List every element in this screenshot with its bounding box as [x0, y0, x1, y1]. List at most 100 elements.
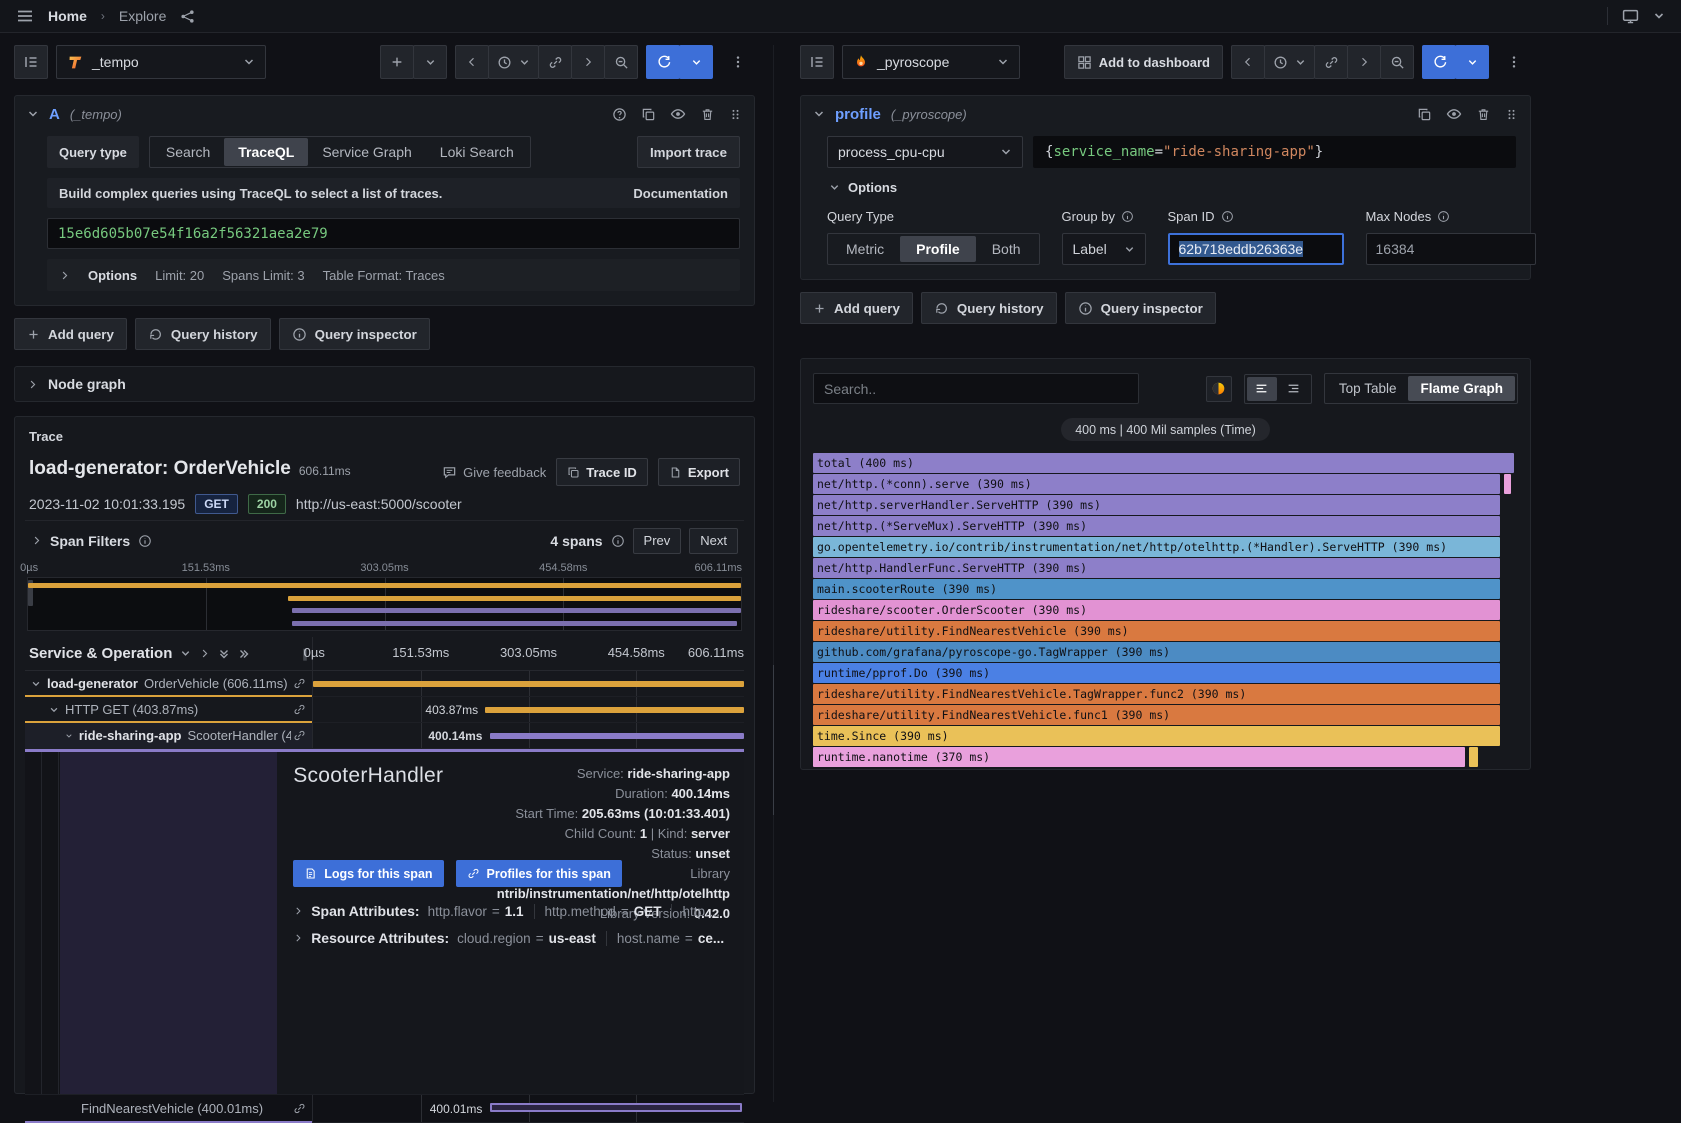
flame-bar[interactable]: net/http.(*ServeMux).ServeHTTP (390 ms)	[813, 516, 1500, 536]
flame-bar-row[interactable]: runtime/pprof.Do (390 ms)	[813, 663, 1518, 683]
chevron-right-icon[interactable]	[199, 648, 210, 659]
run-query-interval-dropdown[interactable]	[679, 45, 713, 79]
query-inspector-button[interactable]: Query inspector	[279, 318, 430, 350]
query-type-profile[interactable]: Profile	[900, 236, 976, 262]
add-query-button[interactable]: Add query	[14, 318, 127, 350]
trace-minimap[interactable]	[27, 577, 742, 631]
flame-graph-toggle[interactable]: Flame Graph	[1408, 376, 1515, 401]
flame-bar-row[interactable]: total (400 ms)	[813, 453, 1518, 473]
query-type-both[interactable]: Both	[976, 236, 1037, 262]
flame-bar-row[interactable]: net/http.(*ServeMux).ServeHTTP (390 ms)	[813, 516, 1518, 536]
remove-query-icon[interactable]	[1476, 107, 1491, 122]
add-query-button[interactable]: Add query	[800, 292, 913, 324]
flame-bar-tail[interactable]	[1469, 747, 1477, 767]
flame-bar-row[interactable]: runtime.nanotime (370 ms)	[813, 747, 1518, 767]
span-bar[interactable]	[490, 1103, 742, 1112]
query-ref-id[interactable]: profile	[835, 106, 881, 123]
time-forward-button[interactable]	[571, 45, 605, 79]
add-panel-dropdown[interactable]	[413, 45, 447, 79]
time-back-button[interactable]	[1231, 45, 1265, 79]
flame-bar-row[interactable]: net/http.HandlerFunc.ServeHTTP (390 ms)	[813, 558, 1518, 578]
next-span-button[interactable]: Next	[689, 528, 738, 554]
query-inspector-button[interactable]: Query inspector	[1065, 292, 1216, 324]
monitor-icon[interactable]	[1622, 8, 1639, 25]
flame-bar-row[interactable]: time.Since (390 ms)	[813, 726, 1518, 746]
flame-bar-row[interactable]: rideshare/utility.FindNearestVehicle.fun…	[813, 705, 1518, 725]
color-scheme-button[interactable]	[1206, 376, 1232, 402]
flame-bar-row[interactable]: rideshare/scooter.OrderScooter (390 ms)	[813, 600, 1518, 620]
flame-bar-row[interactable]: github.com/grafana/pyroscope-go.TagWrapp…	[813, 642, 1518, 662]
span-row-http-get[interactable]: HTTP GET (403.87ms) 403.87ms	[25, 697, 744, 723]
time-range-picker[interactable]	[488, 45, 539, 79]
flame-bar[interactable]: go.opentelemetry.io/contrib/instrumentat…	[813, 537, 1500, 557]
chevron-down-icon[interactable]	[65, 731, 73, 741]
duplicate-query-icon[interactable]	[641, 107, 656, 122]
flame-bar-tail[interactable]	[1504, 474, 1510, 494]
span-row-load-generator[interactable]: load-generator OrderVehicle (606.11ms)	[25, 671, 744, 697]
span-link-icon[interactable]	[293, 703, 312, 716]
copy-link-button[interactable]	[1314, 45, 1348, 79]
pane-kebab-menu[interactable]	[721, 45, 755, 79]
flame-bar-row[interactable]: rideshare/utility.FindNearestVehicle.Tag…	[813, 684, 1518, 704]
disable-query-icon[interactable]	[1446, 106, 1462, 122]
tab-traceql[interactable]: TraceQL	[224, 138, 308, 166]
flame-bar-row[interactable]: net/http.serverHandler.ServeHTTP (390 ms…	[813, 495, 1518, 515]
flame-bar[interactable]: total (400 ms)	[813, 453, 1514, 473]
flame-bar[interactable]: rideshare/utility.FindNearestVehicle (39…	[813, 621, 1500, 641]
flame-bar[interactable]: runtime.nanotime (370 ms)	[813, 747, 1465, 767]
collapse-query-icon[interactable]	[27, 108, 39, 120]
span-link-icon[interactable]	[293, 677, 312, 690]
resource-attributes-row[interactable]: Resource Attributes: cloud.region=us-eas…	[293, 930, 730, 946]
remove-query-icon[interactable]	[700, 107, 715, 122]
collapse-query-icon[interactable]	[813, 108, 825, 120]
pyroscope-datasource-picker[interactable]: _pyroscope	[842, 45, 1020, 79]
flame-bar[interactable]: net/http.HandlerFunc.ServeHTTP (390 ms)	[813, 558, 1500, 578]
trace-id-button[interactable]: Trace ID	[556, 458, 648, 486]
duplicate-query-icon[interactable]	[1417, 107, 1432, 122]
outline-toggle-button[interactable]	[800, 45, 834, 79]
span-filters-label[interactable]: Span Filters	[50, 533, 130, 549]
span-row-findnearestvehicle[interactable]: FindNearestVehicle (400.01ms) 400.01ms	[25, 1095, 744, 1123]
query-options-row[interactable]: Options Limit: 20 Spans Limit: 3 Table F…	[47, 259, 740, 291]
hamburger-menu-icon[interactable]	[16, 7, 34, 25]
copy-link-button[interactable]	[538, 45, 572, 79]
profiles-for-span-button[interactable]: Profiles for this span	[456, 860, 622, 887]
export-button[interactable]: Export	[658, 458, 740, 486]
zoom-out-button[interactable]	[1380, 45, 1414, 79]
query-type-metric[interactable]: Metric	[830, 236, 900, 262]
logs-for-span-button[interactable]: Logs for this span	[293, 860, 443, 887]
run-query-button[interactable]	[646, 45, 680, 79]
flame-bar[interactable]: net/http.serverHandler.ServeHTTP (390 ms…	[813, 495, 1500, 515]
labels-query-input[interactable]: {service_name="ride-sharing-app"}	[1033, 136, 1516, 168]
align-left-button[interactable]	[1247, 377, 1277, 401]
flame-bar[interactable]: github.com/grafana/pyroscope-go.TagWrapp…	[813, 642, 1500, 662]
add-to-dashboard-button[interactable]: Add to dashboard	[1064, 45, 1223, 79]
span-link-icon[interactable]	[293, 729, 312, 742]
chevron-right-icon[interactable]	[31, 535, 42, 546]
tab-search[interactable]: Search	[152, 138, 224, 166]
span-link-icon[interactable]	[293, 1102, 312, 1115]
help-icon[interactable]	[612, 107, 627, 122]
flame-bar[interactable]: rideshare/utility.FindNearestVehicle.Tag…	[813, 684, 1500, 704]
query-ref-id[interactable]: A	[49, 106, 60, 123]
double-chevron-down-icon[interactable]	[218, 648, 230, 660]
run-query-button[interactable]	[1422, 45, 1456, 79]
flame-bar-row[interactable]: main.scooterRoute (390 ms)	[813, 579, 1518, 599]
flame-bar[interactable]: runtime/pprof.Do (390 ms)	[813, 663, 1500, 683]
tempo-datasource-picker[interactable]: _tempo	[56, 45, 266, 79]
profile-type-select[interactable]: process_cpu-cpu	[827, 136, 1023, 168]
prev-span-button[interactable]: Prev	[633, 528, 682, 554]
span-bar[interactable]	[485, 707, 744, 713]
pane-resize-divider[interactable]	[773, 45, 774, 1102]
span-row-scooterhandler[interactable]: ride-sharing-app ScooterHandler (400.1 4…	[25, 723, 744, 749]
chevron-down-icon[interactable]	[180, 648, 191, 659]
drag-handle-icon[interactable]	[1505, 108, 1518, 121]
time-forward-button[interactable]	[1347, 45, 1381, 79]
pane-kebab-menu[interactable]	[1497, 45, 1531, 79]
outline-toggle-button[interactable]	[14, 45, 48, 79]
flame-bar-row[interactable]: rideshare/utility.FindNearestVehicle (39…	[813, 621, 1518, 641]
flame-bar-row[interactable]: net/http.(*conn).serve (390 ms)	[813, 474, 1518, 494]
disable-query-icon[interactable]	[670, 106, 686, 122]
give-feedback-link[interactable]: Give feedback	[442, 465, 546, 480]
span-bar[interactable]	[490, 733, 744, 739]
